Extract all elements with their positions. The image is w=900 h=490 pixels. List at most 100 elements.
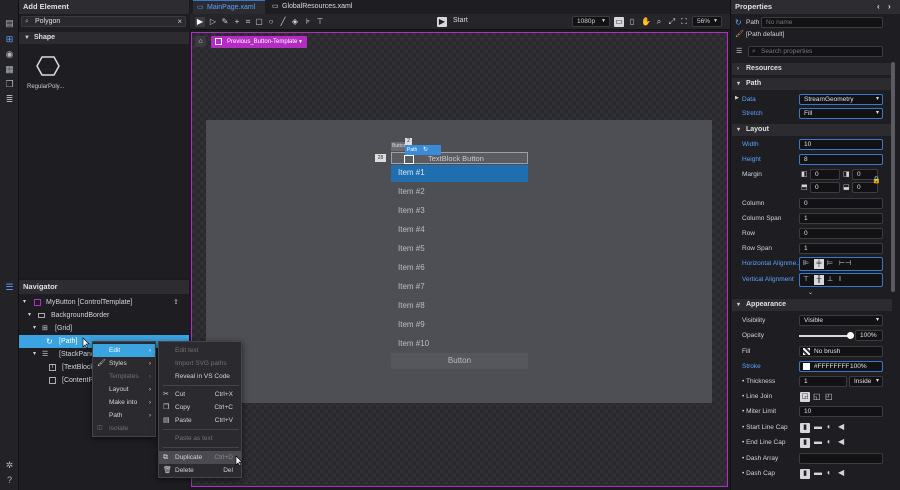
list-icon[interactable]: ☰ xyxy=(4,282,15,293)
add-icon[interactable]: ⊞ xyxy=(4,34,15,45)
add-point-icon[interactable]: + xyxy=(232,17,242,27)
cap-triangle-icon[interactable]: ◀ xyxy=(838,422,844,431)
column-input[interactable]: 0 xyxy=(799,198,883,209)
menu-item-cut[interactable]: ✂ Cut Ctrl+X xyxy=(159,388,241,401)
cap-round-icon[interactable]: ◖ xyxy=(826,468,831,477)
rectangle-icon[interactable]: ▢ xyxy=(254,17,264,27)
line-icon[interactable]: ╱ xyxy=(278,17,288,27)
section-layout[interactable]: ▾ Layout xyxy=(732,124,892,136)
copy-icon[interactable]: ❐ xyxy=(4,79,15,90)
menu-item-layout[interactable]: Layout › xyxy=(93,383,155,396)
menu-item-edit[interactable]: Edit › xyxy=(93,344,155,357)
line-join-round-icon[interactable]: ◰ xyxy=(825,392,833,401)
path-selection-box[interactable] xyxy=(404,155,414,164)
help-icon[interactable]: ? xyxy=(4,475,15,486)
menu-item-copy[interactable]: ❐ Copy Ctrl+C xyxy=(159,401,241,414)
shape-section[interactable]: ▼ Shape xyxy=(19,32,189,44)
canvas-button[interactable]: Button xyxy=(391,353,528,369)
cap-triangle-icon[interactable]: ◀ xyxy=(838,437,844,446)
row-span-input[interactable]: 1 xyxy=(799,243,883,254)
visibility-select[interactable]: Visible ▾ xyxy=(799,315,883,326)
pen-icon[interactable]: ✎ xyxy=(220,17,230,27)
cap-flat-icon[interactable]: ▮ xyxy=(800,438,810,448)
cap-round-icon[interactable]: ◖ xyxy=(826,422,831,431)
resolution-select[interactable]: 1080p ▼ xyxy=(572,16,610,27)
menu-item-styles[interactable]: 🖌 Styles › xyxy=(93,357,155,370)
start-label[interactable]: Start xyxy=(453,17,468,24)
list-item[interactable]: Item #3 xyxy=(398,203,528,219)
list-item[interactable]: Item #6 xyxy=(398,260,528,276)
lock-icon[interactable]: 🔒 xyxy=(872,176,881,184)
section-resources[interactable]: › Resources xyxy=(732,63,892,75)
line-join-miter-icon[interactable]: ◲ xyxy=(800,392,810,402)
cap-triangle-icon[interactable]: ◀ xyxy=(838,468,844,477)
tree-row[interactable]: ▾ BackgroundBorder xyxy=(19,309,189,322)
property-search-input[interactable]: ⌕ Search properties xyxy=(748,46,883,57)
menu-item-duplicate[interactable]: ⧉ Duplicate Ctrl+D xyxy=(159,451,241,464)
cap-square-icon[interactable]: ▬ xyxy=(814,437,822,446)
align-right-icon[interactable]: ⊨ xyxy=(827,259,833,268)
thickness-mode-select[interactable]: Inside ▾ xyxy=(849,376,883,387)
miter-limit-input[interactable]: 10 xyxy=(799,406,883,417)
align-top-icon[interactable]: ⊤ xyxy=(803,275,809,284)
direct-select-icon[interactable]: ▷ xyxy=(208,17,218,27)
data-select[interactable]: StreamGeometry ▾ xyxy=(799,94,883,105)
align-left-icon[interactable]: ⊧ xyxy=(303,17,313,27)
column-span-input[interactable]: 1 xyxy=(799,213,883,224)
fill-input[interactable]: No brush xyxy=(799,346,883,357)
list-item[interactable]: Item #10 xyxy=(398,336,528,352)
line-join-bevel-icon[interactable]: ◱ xyxy=(813,392,821,401)
zoom-select[interactable]: 56% ▼ xyxy=(692,16,722,27)
breadcrumb[interactable]: Previous_Button-Template ▼ xyxy=(211,36,307,48)
filter-icon[interactable]: ☰ xyxy=(736,47,742,55)
fill-icon[interactable]: ◈ xyxy=(290,17,300,27)
phone-icon[interactable]: ▯ xyxy=(627,17,637,27)
dash-array-input[interactable] xyxy=(799,453,883,464)
width-input[interactable]: 10 xyxy=(799,139,883,150)
menu-item-paste[interactable]: ▤ Paste Ctrl+V xyxy=(159,414,241,427)
row-input[interactable]: 0 xyxy=(799,228,883,239)
tree-row[interactable]: ▾ MyButton [ControlTemplate] ⇪ xyxy=(19,296,189,309)
list-item[interactable]: Item #4 xyxy=(398,222,528,238)
margin-left-input[interactable]: 0 xyxy=(810,169,840,180)
align-stretch-icon[interactable]: ⊢⊣ xyxy=(839,259,851,268)
layers-icon[interactable]: ▤ xyxy=(4,18,15,29)
fullscreen-icon[interactable]: ⛶ xyxy=(679,17,689,27)
export-icon[interactable]: ⇪ xyxy=(173,296,179,309)
database-icon[interactable]: ≣ xyxy=(4,94,15,105)
align-middle-icon[interactable]: ╫ xyxy=(814,275,824,285)
section-path[interactable]: ▾ Path xyxy=(732,78,892,90)
align-left-icon[interactable]: ⊫ xyxy=(803,259,809,268)
cap-round-icon[interactable]: ◖ xyxy=(826,437,831,446)
list-item[interactable]: Item #7 xyxy=(398,279,528,295)
properties-scrollbar[interactable] xyxy=(891,62,895,292)
cap-flat-icon[interactable]: ▮ xyxy=(800,423,810,433)
opacity-slider-thumb[interactable] xyxy=(847,332,854,339)
list-item-selected[interactable]: Item #1 xyxy=(391,165,528,182)
palette-icon[interactable]: ◉ xyxy=(4,49,15,60)
regular-polygon-item[interactable]: RegularPoly... xyxy=(27,52,73,92)
tab-mainpage[interactable]: ▭ MainPage.xaml xyxy=(193,0,265,14)
tab-globalresources[interactable]: ▭ GlobalResources.xaml xyxy=(268,0,358,14)
menu-item-reveal-vscode[interactable]: Reveal in VS Code xyxy=(159,370,241,383)
cap-flat-icon[interactable]: ▮ xyxy=(800,469,810,479)
bug-icon[interactable]: ✲ xyxy=(4,460,15,471)
pointer-icon[interactable]: ▶ xyxy=(195,17,205,27)
opacity-slider[interactable] xyxy=(799,335,851,337)
cap-square-icon[interactable]: ▬ xyxy=(814,468,822,477)
list-item[interactable]: Item #5 xyxy=(398,241,528,257)
widget-icon[interactable]: ▦ xyxy=(4,64,15,75)
align-top-icon[interactable]: ⊤ xyxy=(315,17,325,27)
chevron-left-icon[interactable]: ‹ xyxy=(877,0,880,14)
section-appearance[interactable]: ▾ Appearance xyxy=(732,299,892,311)
margin-top-input[interactable]: 0 xyxy=(810,182,840,193)
chevron-down-icon[interactable]: ⌄ xyxy=(808,289,813,296)
stroke-input[interactable]: #FFFFFFFF 100% xyxy=(799,361,883,372)
chevron-right-icon[interactable]: › xyxy=(888,0,891,14)
align-vstretch-icon[interactable]: I xyxy=(839,275,841,284)
tree-row[interactable]: ▾ ⊞ [Grid] xyxy=(19,322,189,335)
chevron-right-icon[interactable]: ▶ xyxy=(735,95,739,101)
list-item[interactable]: Item #8 xyxy=(398,298,528,314)
close-icon[interactable]: × xyxy=(177,17,182,26)
align-center-icon[interactable]: ╪ xyxy=(814,259,824,269)
